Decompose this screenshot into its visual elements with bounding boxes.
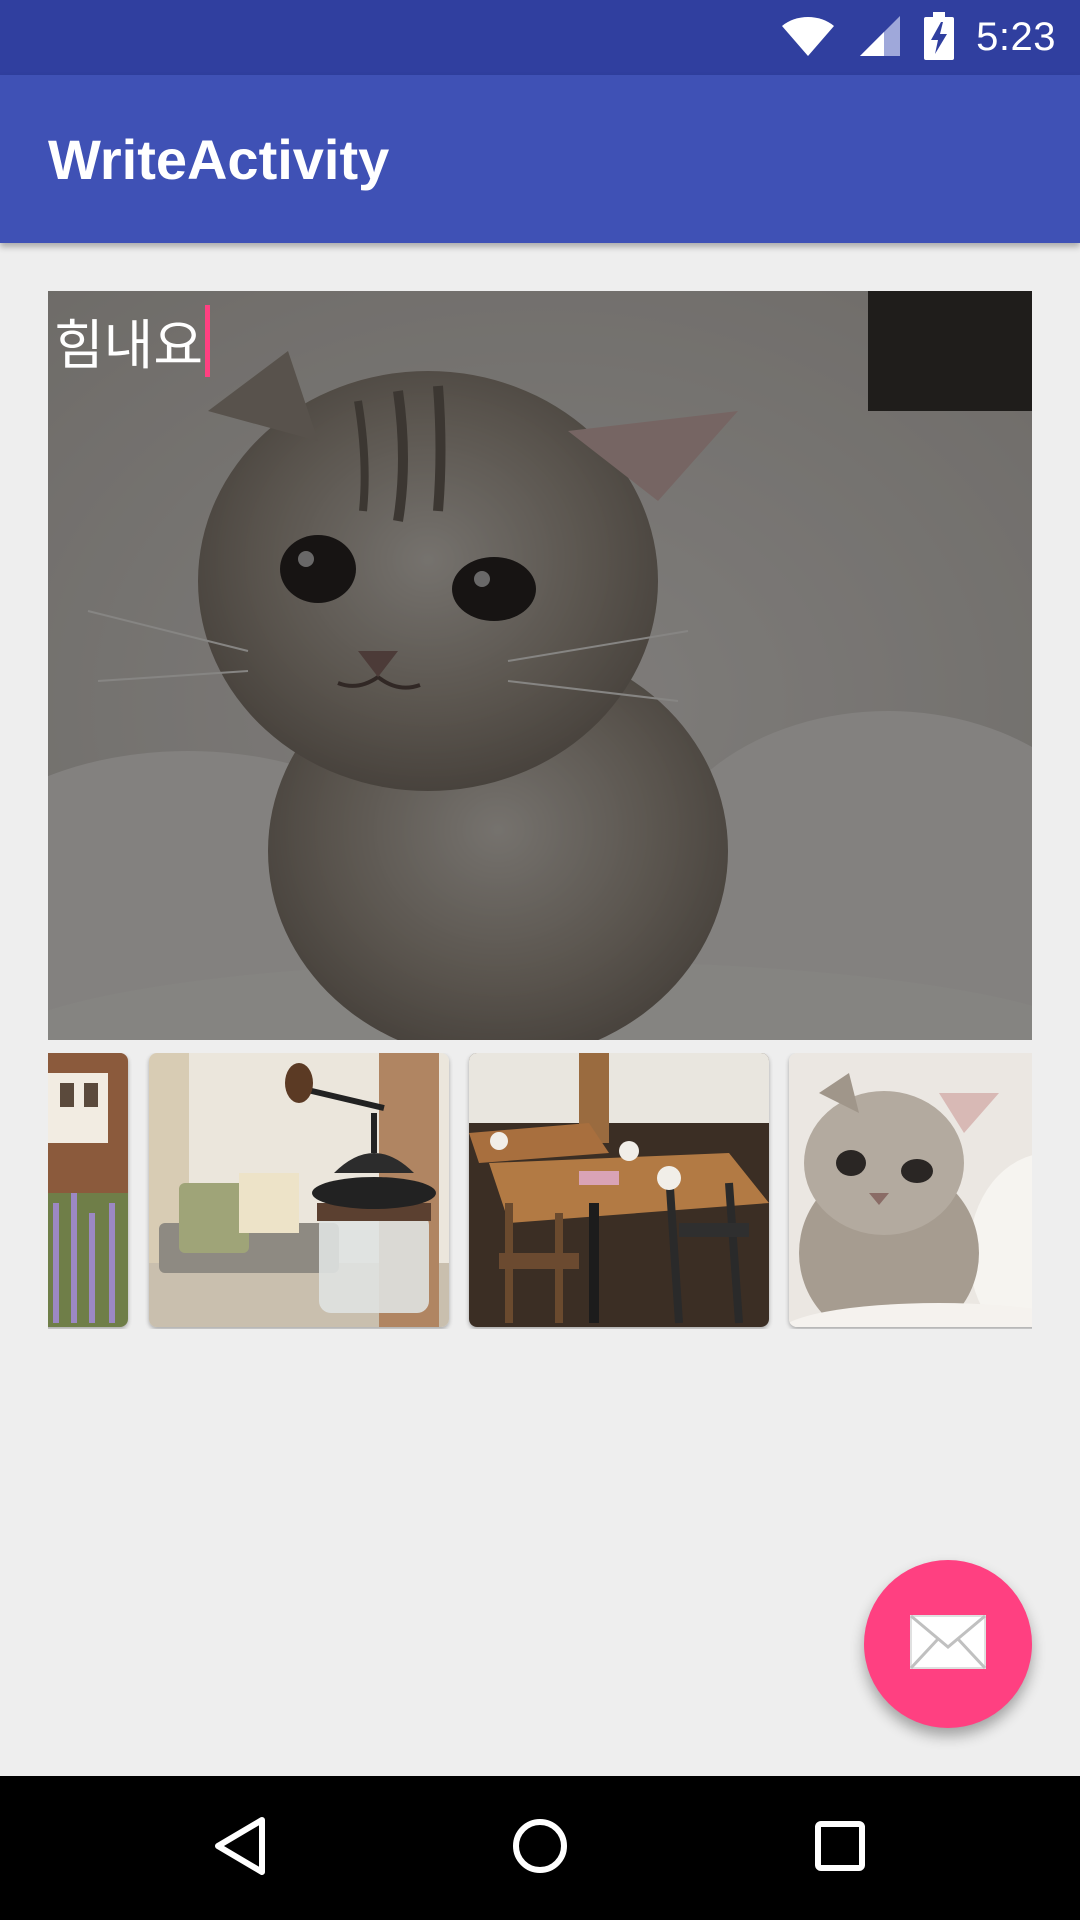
app-bar: WriteActivity <box>0 75 1080 243</box>
page-title: WriteActivity <box>48 127 390 191</box>
cafe-tables-photo <box>469 1053 769 1327</box>
thumbnail-strip[interactable] <box>48 1053 1032 1329</box>
mail-icon <box>909 1614 987 1673</box>
text-cursor <box>205 304 211 377</box>
thumbnail-kitten[interactable] <box>789 1053 1032 1327</box>
send-fab-button[interactable] <box>864 1560 1032 1728</box>
thumbnail-coffee-grinder[interactable] <box>149 1053 449 1327</box>
thumbnail-cafe-tables[interactable] <box>469 1053 769 1327</box>
kitten-photo <box>789 1053 1032 1327</box>
caption-text: 힘내요 <box>54 314 204 377</box>
photo-dim-overlay <box>48 291 1032 1040</box>
status-time: 5:23 <box>976 15 1056 59</box>
nav-recents-button[interactable] <box>800 1812 880 1884</box>
nav-back-button[interactable] <box>200 1812 280 1884</box>
wifi-icon <box>780 14 836 62</box>
recents-icon <box>814 1820 866 1876</box>
cell-signal-icon <box>858 14 902 62</box>
home-icon <box>512 1818 568 1878</box>
navigation-bar <box>0 1776 1080 1920</box>
write-activity-screen: 5:23 WriteActivity 힘내요 <box>0 0 1080 1920</box>
nav-home-button[interactable] <box>500 1812 580 1884</box>
back-icon <box>212 1816 268 1880</box>
status-bar: 5:23 <box>0 0 1080 75</box>
thumbnail-lavender-house[interactable] <box>48 1053 128 1327</box>
battery-charging-icon <box>924 11 955 64</box>
coffee-grinder-photo <box>149 1053 449 1327</box>
lavender-house-photo <box>48 1053 128 1327</box>
caption-input[interactable]: 힘내요 <box>54 301 211 380</box>
main-photo-editor[interactable]: 힘내요 <box>48 291 1032 1040</box>
